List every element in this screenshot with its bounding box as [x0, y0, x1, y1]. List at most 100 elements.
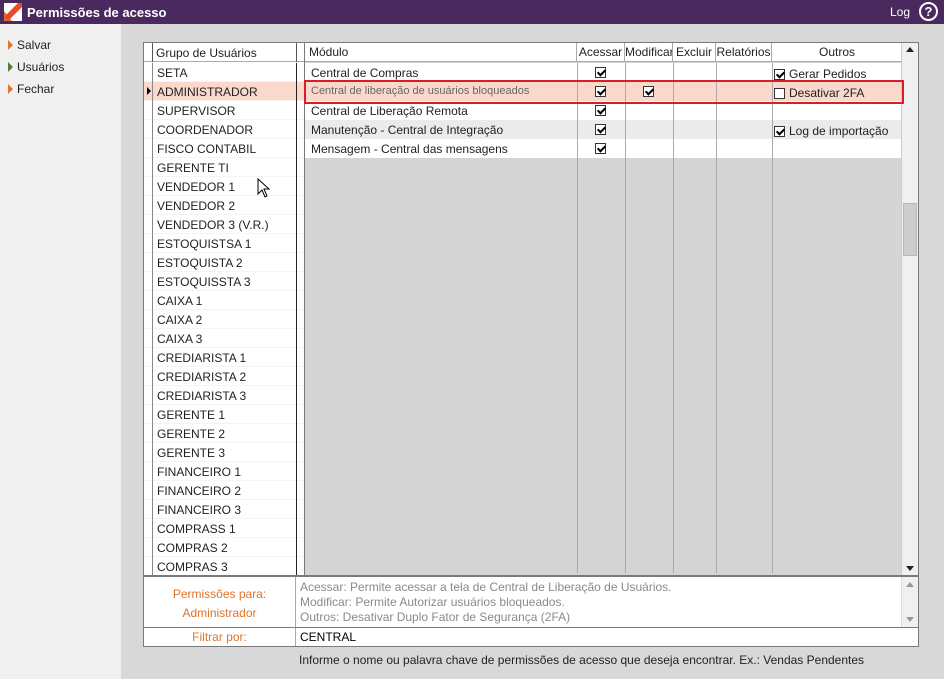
- group-row[interactable]: GERENTE 1: [144, 405, 305, 424]
- group-row[interactable]: CAIXA 2: [144, 310, 305, 329]
- group-row[interactable]: CAIXA 1: [144, 291, 305, 310]
- outros-option[interactable]: Log de importação: [774, 124, 888, 138]
- group-row[interactable]: ESTOQUISTSA 1: [144, 234, 305, 253]
- permissions-scrollbar[interactable]: [901, 577, 918, 627]
- outros-option[interactable]: Desativar 2FA: [774, 86, 864, 100]
- row-indicator-cell: [144, 139, 153, 158]
- group-row[interactable]: VENDEDOR 2: [144, 196, 305, 215]
- modificar-checkbox[interactable]: [643, 86, 654, 97]
- outros-label: Log de importação: [789, 124, 889, 138]
- column-header-modificar[interactable]: Modificar: [625, 43, 673, 62]
- filter-input[interactable]: [298, 628, 908, 646]
- column-divider: [716, 63, 717, 573]
- group-name: CAIXA 3: [157, 332, 203, 346]
- group-name: ESTOQUISSTA 3: [157, 275, 251, 289]
- header-indicator-cell: [144, 43, 153, 62]
- group-name: VENDEDOR 3 (V.R.): [157, 218, 269, 232]
- save-button[interactable]: Salvar: [8, 38, 51, 52]
- group-row[interactable]: SUPERVISOR: [144, 101, 305, 120]
- group-name: FISCO CONTABIL: [157, 142, 257, 156]
- acessar-checkbox[interactable]: [595, 67, 606, 78]
- group-row[interactable]: ESTOQUISSTA 3: [144, 272, 305, 291]
- acessar-checkbox[interactable]: [595, 86, 606, 97]
- permissions-description: Acessar: Permite acessar a tela de Centr…: [300, 580, 672, 625]
- module-name: Manutenção - Central de Integração: [311, 123, 504, 137]
- modules-header: Módulo Acessar Modificar Excluir Relatór…: [305, 43, 903, 62]
- module-name: Mensagem - Central das mensagens: [311, 142, 508, 156]
- group-name: FINANCEIRO 2: [157, 484, 242, 498]
- column-header-modulo[interactable]: Módulo: [305, 43, 577, 62]
- row-indicator-cell: [144, 253, 153, 272]
- group-row[interactable]: ESTOQUISTA 2: [144, 253, 305, 272]
- acessar-checkbox[interactable]: [595, 143, 606, 154]
- module-row[interactable]: Mensagem - Central das mensagens: [305, 139, 903, 158]
- user-groups-rows: SETA ADMINISTRADOR SUPERVISOR COORDENADOR FI…: [144, 63, 305, 575]
- close-button[interactable]: Fechar: [8, 82, 54, 96]
- group-row[interactable]: FISCO CONTABIL: [144, 139, 305, 158]
- group-row[interactable]: COMPRASS 1: [144, 519, 305, 538]
- group-row[interactable]: FINANCEIRO 2: [144, 481, 305, 500]
- scroll-up-icon[interactable]: [906, 47, 914, 52]
- scroll-down-icon[interactable]: [906, 617, 914, 622]
- column-header-excluir[interactable]: Excluir: [673, 43, 716, 62]
- group-row[interactable]: GERENTE TI: [144, 158, 305, 177]
- users-button[interactable]: Usuários: [8, 60, 64, 74]
- arrow-right-icon: [8, 62, 13, 72]
- group-row[interactable]: SETA: [144, 63, 305, 82]
- help-icon[interactable]: ?: [919, 2, 938, 21]
- group-row[interactable]: COMPRAS 3: [144, 557, 305, 575]
- modules-grid[interactable]: Módulo Acessar Modificar Excluir Relatór…: [304, 42, 919, 576]
- desc-outros: Outros: Desativar Duplo Fator de Seguran…: [300, 610, 571, 624]
- arrow-right-icon: [8, 84, 13, 94]
- scroll-down-icon[interactable]: [906, 566, 914, 571]
- arrow-right-icon: [8, 40, 13, 50]
- group-row[interactable]: CREDIARISTA 2: [144, 367, 305, 386]
- acessar-checkbox[interactable]: [595, 124, 606, 135]
- row-indicator-cell: [144, 101, 153, 120]
- row-indicator-cell: [144, 386, 153, 405]
- group-row[interactable]: COORDENADOR: [144, 120, 305, 139]
- desc-acessar: Acessar: Permite acessar a tela de Centr…: [300, 580, 672, 594]
- group-row[interactable]: FINANCEIRO 1: [144, 462, 305, 481]
- group-row[interactable]: GERENTE 3: [144, 443, 305, 462]
- outros-checkbox[interactable]: [774, 68, 785, 80]
- current-row-pointer-icon: [147, 87, 151, 95]
- title-bar: Permissões de acesso Log ?: [0, 0, 944, 24]
- group-row[interactable]: GERENTE 2: [144, 424, 305, 443]
- group-row[interactable]: VENDEDOR 1: [144, 177, 305, 196]
- column-header-relatorios[interactable]: Relatórios: [716, 43, 772, 62]
- group-name: ESTOQUISTA 2: [157, 256, 243, 270]
- group-row[interactable]: CAIXA 3: [144, 329, 305, 348]
- row-indicator-cell: [144, 234, 153, 253]
- scroll-up-icon[interactable]: [906, 582, 914, 587]
- group-name: COMPRASS 1: [157, 522, 236, 536]
- outros-checkbox[interactable]: [774, 125, 785, 137]
- row-indicator-cell: [144, 158, 153, 177]
- group-row[interactable]: COMPRAS 2: [144, 538, 305, 557]
- acessar-checkbox[interactable]: [595, 105, 606, 116]
- user-groups-grid[interactable]: Grupo de Usuários SETA ADMINISTRADOR SUPER…: [143, 42, 306, 576]
- module-name: Central de Liberação Remota: [311, 104, 468, 118]
- group-name: FINANCEIRO 1: [157, 465, 242, 479]
- group-row[interactable]: CREDIARISTA 1: [144, 348, 305, 367]
- column-header-acessar[interactable]: Acessar: [577, 43, 625, 62]
- group-row[interactable]: CREDIARISTA 3: [144, 386, 305, 405]
- group-name: SETA: [157, 66, 188, 80]
- app-logo-icon: [4, 3, 22, 21]
- group-name: CREDIARISTA 3: [157, 389, 247, 403]
- outros-checkbox[interactable]: [774, 87, 785, 99]
- scroll-thumb[interactable]: [903, 203, 917, 256]
- group-row[interactable]: ADMINISTRADOR: [144, 82, 305, 101]
- save-label: Salvar: [17, 38, 52, 52]
- row-indicator-cell: [144, 519, 153, 538]
- group-row[interactable]: VENDEDOR 3 (V.R.): [144, 215, 305, 234]
- log-link[interactable]: Log: [890, 5, 910, 19]
- modules-scrollbar[interactable]: [901, 43, 918, 575]
- row-indicator-cell: [144, 405, 153, 424]
- module-row[interactable]: Central de Liberação Remota: [305, 101, 903, 120]
- group-row[interactable]: FINANCEIRO 3: [144, 500, 305, 519]
- outros-option[interactable]: Gerar Pedidos: [774, 67, 866, 81]
- side-menu: Salvar Usuários Fechar: [0, 24, 121, 679]
- column-header-outros[interactable]: Outros: [772, 43, 903, 62]
- row-indicator-cell: [144, 82, 153, 101]
